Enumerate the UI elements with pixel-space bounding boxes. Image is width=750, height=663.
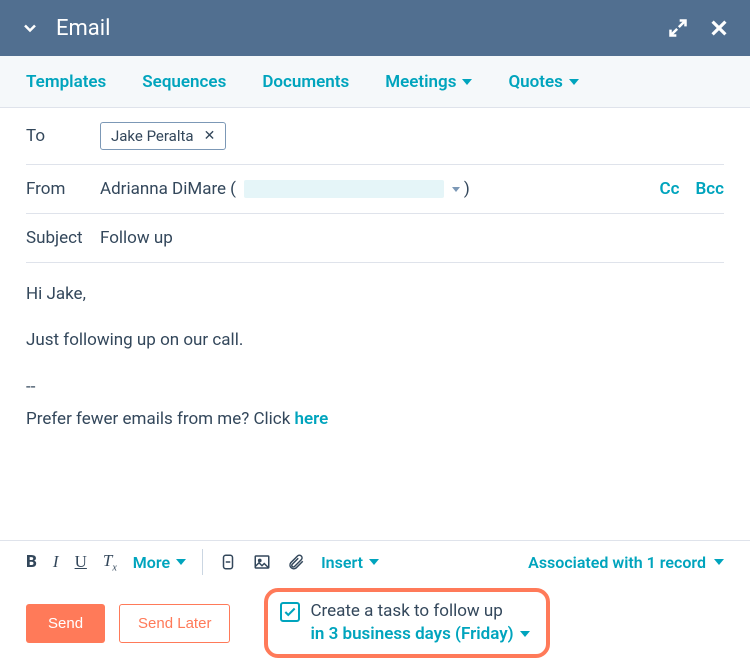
- toolbar-quotes[interactable]: Quotes: [508, 72, 578, 92]
- close-icon[interactable]: [708, 17, 730, 39]
- collapse-icon[interactable]: [20, 18, 40, 38]
- to-label: To: [26, 126, 100, 146]
- recipient-chip[interactable]: Jake Peralta ✕: [100, 122, 226, 150]
- send-later-button[interactable]: Send Later: [119, 604, 230, 643]
- toolbar-quotes-label: Quotes: [508, 72, 562, 92]
- action-bar: Send Send Later Create a task to follow …: [0, 583, 750, 663]
- recipient-name: Jake Peralta: [111, 127, 194, 145]
- from-email-hidden: [244, 180, 444, 198]
- from-open-paren: (: [230, 179, 236, 199]
- more-format-button[interactable]: More: [133, 553, 186, 572]
- toolbar-sequences[interactable]: Sequences: [142, 72, 226, 92]
- insert-label: Insert: [321, 553, 363, 572]
- signature-link[interactable]: here: [295, 409, 329, 429]
- email-body-editor[interactable]: Hi Jake, Just following up on our call. …: [26, 263, 724, 450]
- from-label: From: [26, 179, 100, 199]
- toolbar-templates[interactable]: Templates: [26, 72, 106, 92]
- more-label: More: [133, 553, 170, 572]
- toolbar-meetings[interactable]: Meetings: [385, 72, 472, 92]
- followup-schedule[interactable]: in 3 business days (Friday): [310, 623, 529, 646]
- italic-button[interactable]: I: [53, 552, 59, 572]
- from-name: Adrianna DiMare: [100, 179, 226, 199]
- body-line: Just following up on our call.: [26, 327, 724, 353]
- from-field-row: From Adrianna DiMare ( ) Cc Bcc: [26, 165, 724, 214]
- image-icon[interactable]: [253, 553, 271, 571]
- format-bar: B I U Tx More Insert Associated with 1 r…: [0, 540, 750, 583]
- toolbar-meetings-label: Meetings: [385, 72, 456, 92]
- followup-callout: Create a task to follow up in 3 business…: [264, 588, 549, 658]
- attachment-icon[interactable]: [287, 553, 305, 571]
- divider: [202, 549, 203, 575]
- underline-button[interactable]: U: [75, 552, 87, 572]
- compose-toolbar: Templates Sequences Documents Meetings Q…: [0, 56, 750, 108]
- followup-checkbox[interactable]: [280, 602, 300, 622]
- send-button[interactable]: Send: [26, 604, 105, 643]
- link-icon[interactable]: [219, 553, 237, 571]
- subject-input[interactable]: Follow up: [100, 228, 173, 248]
- from-selector[interactable]: Adrianna DiMare ( ): [100, 179, 470, 199]
- chevron-down-icon: [462, 79, 472, 85]
- chevron-down-icon: [452, 187, 460, 192]
- chevron-down-icon: [714, 559, 724, 565]
- bold-button[interactable]: B: [26, 552, 37, 572]
- from-close-paren: ): [464, 179, 470, 199]
- bcc-button[interactable]: Bcc: [695, 179, 724, 199]
- panel-title: Email: [56, 16, 110, 41]
- to-field-row: To Jake Peralta ✕: [26, 108, 724, 165]
- chevron-down-icon: [569, 79, 579, 85]
- chevron-down-icon: [176, 559, 186, 565]
- clear-format-button[interactable]: Tx: [103, 551, 117, 573]
- signature-separator: --: [26, 374, 724, 400]
- body-line: Hi Jake,: [26, 281, 724, 307]
- panel-header: Email: [0, 0, 750, 56]
- followup-text: Create a task to follow up: [310, 600, 529, 623]
- associated-label: Associated with 1 record: [528, 553, 706, 572]
- signature-text: Prefer fewer emails from me? Click: [26, 409, 295, 429]
- subject-field-row: Subject Follow up: [26, 214, 724, 263]
- subject-label: Subject: [26, 228, 100, 248]
- chip-remove-icon[interactable]: ✕: [204, 128, 216, 144]
- cc-button[interactable]: Cc: [659, 179, 679, 199]
- insert-button[interactable]: Insert: [321, 553, 379, 572]
- expand-icon[interactable]: [668, 18, 688, 38]
- associated-records[interactable]: Associated with 1 record: [528, 553, 724, 572]
- toolbar-documents[interactable]: Documents: [262, 72, 349, 92]
- chevron-down-icon: [369, 559, 379, 565]
- signature-line: Prefer fewer emails from me? Click here: [26, 406, 724, 432]
- followup-schedule-label: in 3 business days (Friday): [310, 623, 513, 646]
- chevron-down-icon: [520, 631, 530, 637]
